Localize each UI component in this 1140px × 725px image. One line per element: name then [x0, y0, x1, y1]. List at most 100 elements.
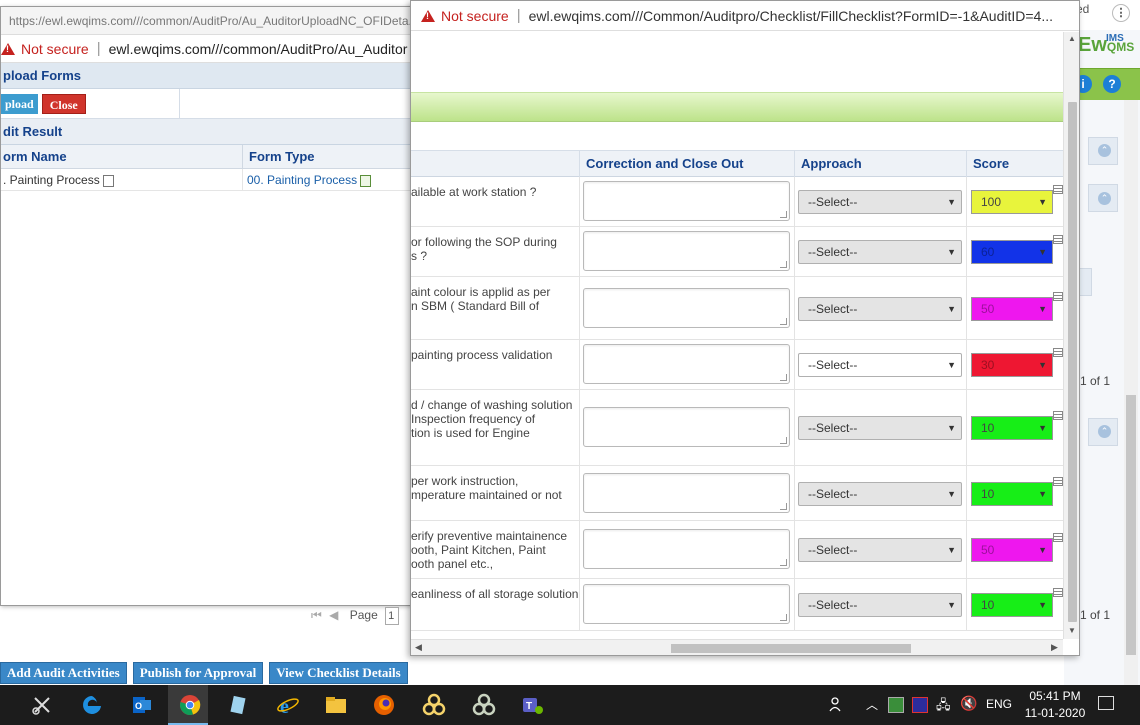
not-secure-label[interactable]: Not secure: [21, 41, 89, 57]
clock[interactable]: 05:41 PM 11-01-2020: [1024, 688, 1086, 722]
tray-app-icon[interactable]: [912, 697, 928, 713]
column-divider: [966, 340, 967, 389]
chrome-icon[interactable]: [176, 691, 204, 719]
comment-icon[interactable]: [1053, 292, 1063, 301]
collapse-icon[interactable]: ⌃: [1098, 192, 1111, 205]
address-bar[interactable]: Not secure | ewl.ewqims.com///common/Aud…: [1, 35, 419, 63]
comment-icon[interactable]: [1053, 411, 1063, 420]
question-text: aint colour is applid as per n SBM ( Sta…: [411, 285, 551, 313]
volume-muted-icon[interactable]: 🔇: [960, 695, 977, 725]
approach-select[interactable]: --Select-- ▼: [798, 240, 962, 264]
correction-textarea[interactable]: [583, 181, 790, 221]
address-bar[interactable]: Not secure | ewl.ewqims.com///Common/Aud…: [411, 1, 1079, 31]
scroll-right-icon[interactable]: ▶: [1051, 642, 1058, 653]
scroll-up-icon[interactable]: ▲: [1068, 34, 1076, 43]
column-header-approach[interactable]: Approach: [801, 151, 862, 177]
address-url[interactable]: ewl.ewqims.com///common/AuditPro/Au_Audi…: [109, 41, 408, 57]
firefox-icon[interactable]: [370, 691, 398, 719]
time-text: 05:41 PM: [1029, 689, 1081, 703]
score-select[interactable]: 30 ▼: [971, 353, 1053, 377]
browser-menu-button[interactable]: ⋮: [1112, 4, 1130, 22]
network-icon[interactable]: 🖧: [936, 696, 951, 725]
not-secure-label[interactable]: Not secure: [441, 8, 509, 24]
column-header-form-name[interactable]: orm Name: [1, 145, 243, 168]
approach-select[interactable]: --Select-- ▼: [798, 353, 962, 377]
vertical-scrollbar[interactable]: ▲ ▼: [1063, 32, 1079, 639]
tray-app-icon[interactable]: [888, 697, 904, 713]
scrollbar-thumb[interactable]: [1068, 102, 1077, 622]
edit-document-icon[interactable]: [360, 174, 372, 187]
correction-textarea[interactable]: [583, 529, 790, 569]
scrollbar-thumb[interactable]: [1126, 395, 1136, 655]
notification-icon[interactable]: [1098, 696, 1114, 710]
scroll-down-icon[interactable]: ▼: [1068, 626, 1076, 635]
score-select[interactable]: 50 ▼: [971, 538, 1053, 562]
comment-icon[interactable]: [1053, 235, 1063, 244]
score-select[interactable]: 60 ▼: [971, 240, 1053, 264]
chevron-up-icon[interactable]: ︿: [866, 696, 878, 725]
approach-select[interactable]: --Select-- ▼: [798, 297, 962, 321]
page-number-input[interactable]: 1: [385, 607, 400, 625]
help-icon[interactable]: ?: [1103, 75, 1121, 93]
question-text: eanliness of all storage solution: [411, 587, 579, 601]
upload-button[interactable]: pload: [1, 93, 38, 114]
approach-selected-value: --Select--: [808, 358, 858, 372]
app-icon[interactable]: [470, 691, 498, 719]
table-row[interactable]: . Painting Process 00. Painting Process: [1, 169, 419, 191]
column-divider: [579, 151, 580, 178]
approach-select[interactable]: --Select-- ▼: [798, 482, 962, 506]
approach-select[interactable]: --Select-- ▼: [798, 416, 962, 440]
score-select[interactable]: 100 ▼: [971, 190, 1053, 214]
table-row: per work instruction, mperature maintain…: [411, 466, 1063, 521]
comment-icon[interactable]: [1053, 533, 1063, 542]
comment-icon[interactable]: [1053, 477, 1063, 486]
collapse-icon[interactable]: ⌃: [1098, 425, 1111, 438]
file-explorer-icon[interactable]: [322, 691, 350, 719]
correction-textarea[interactable]: [583, 231, 790, 271]
language-indicator[interactable]: ENG: [986, 697, 1012, 725]
publish-for-approval-button[interactable]: Publish for Approval: [132, 662, 264, 684]
notepad-icon[interactable]: [224, 691, 252, 719]
scrollbar-thumb[interactable]: [671, 644, 911, 653]
horizontal-scrollbar[interactable]: ◀ ▶: [411, 639, 1063, 655]
correction-textarea[interactable]: [583, 344, 790, 384]
internet-explorer-icon[interactable]: e: [274, 691, 302, 719]
document-icon[interactable]: [102, 174, 114, 187]
correction-textarea[interactable]: [583, 584, 790, 624]
address-url[interactable]: ewl.ewqims.com///Common/Auditpro/Checkli…: [529, 8, 1053, 24]
table-row: or following the SOP during s ? --Select-…: [411, 227, 1063, 277]
add-audit-activities-button[interactable]: Add Audit Activities: [0, 662, 127, 684]
outlook-icon[interactable]: O: [128, 691, 156, 719]
page-scrollbar[interactable]: [1124, 100, 1138, 685]
comment-icon[interactable]: [1053, 185, 1063, 194]
correction-textarea[interactable]: [583, 407, 790, 447]
comment-icon[interactable]: [1053, 588, 1063, 597]
comment-icon[interactable]: [1053, 348, 1063, 357]
column-divider: [579, 521, 580, 578]
correction-textarea[interactable]: [583, 473, 790, 513]
column-header-score[interactable]: Score: [973, 151, 1009, 177]
people-icon[interactable]: [828, 685, 846, 725]
score-select[interactable]: 50 ▼: [971, 297, 1053, 321]
pager-first-prev-icon[interactable]: ⏮ ◀: [311, 608, 340, 622]
form-type-link[interactable]: 00. Painting Process: [247, 173, 357, 187]
scroll-left-icon[interactable]: ◀: [415, 642, 422, 653]
dropdown-arrow-icon: ▼: [947, 197, 956, 207]
column-header-correction[interactable]: Correction and Close Out: [586, 151, 743, 177]
edge-icon[interactable]: [78, 691, 106, 719]
approach-select[interactable]: --Select-- ▼: [798, 190, 962, 214]
score-select[interactable]: 10 ▼: [971, 593, 1053, 617]
view-checklist-details-button[interactable]: View Checklist Details: [269, 662, 408, 684]
approach-selected-value: --Select--: [808, 598, 858, 612]
close-button[interactable]: Close: [41, 93, 86, 114]
score-select[interactable]: 10 ▼: [971, 482, 1053, 506]
app-icon[interactable]: [420, 691, 448, 719]
approach-select[interactable]: --Select-- ▼: [798, 538, 962, 562]
teams-icon[interactable]: T: [518, 691, 546, 719]
approach-select[interactable]: --Select-- ▼: [798, 593, 962, 617]
correction-textarea[interactable]: [583, 288, 790, 328]
column-header-form-type[interactable]: Form Type: [243, 145, 315, 168]
snipping-tool-icon[interactable]: [28, 691, 56, 719]
score-select[interactable]: 10 ▼: [971, 416, 1053, 440]
collapse-icon[interactable]: ⌃: [1098, 144, 1111, 157]
